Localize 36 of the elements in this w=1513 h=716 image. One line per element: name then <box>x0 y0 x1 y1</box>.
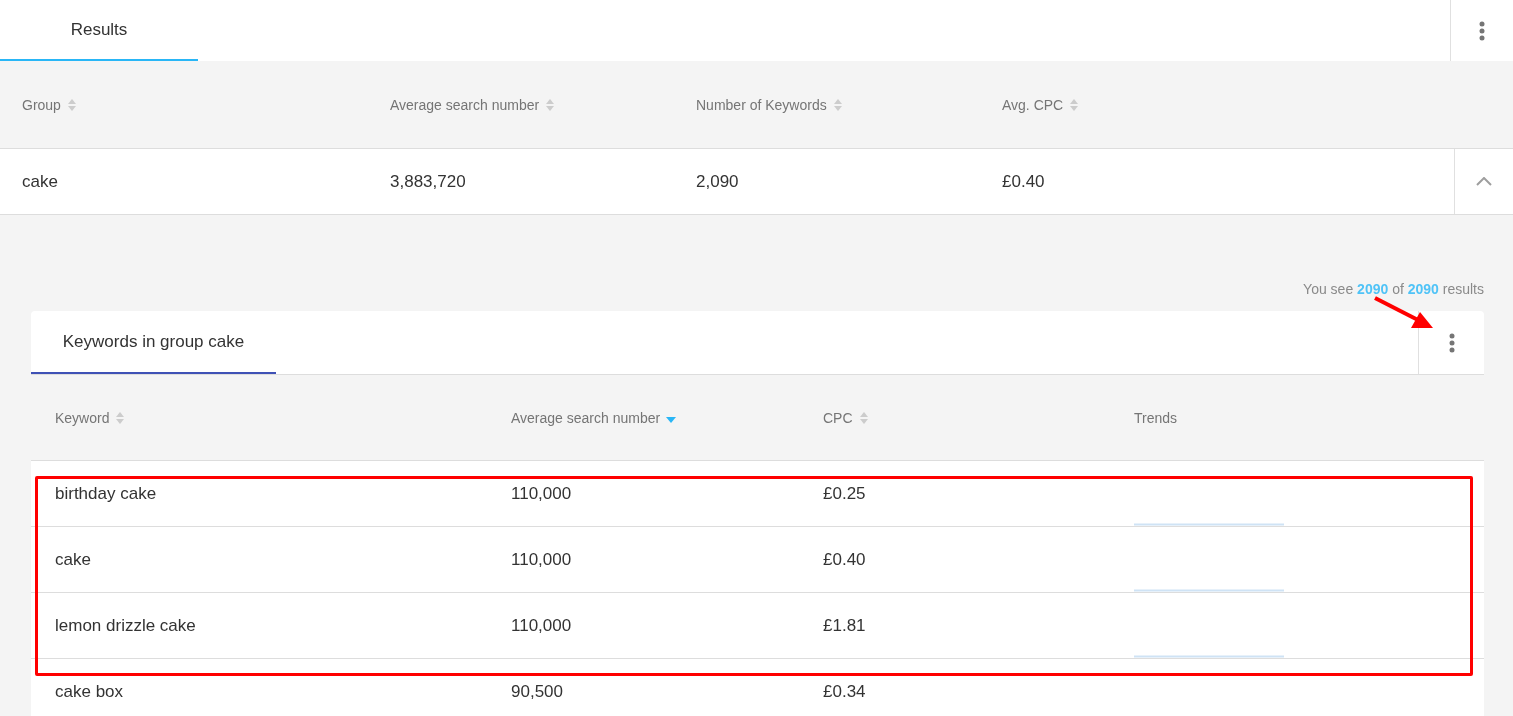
column-header: Keyword <box>55 409 110 426</box>
column-header: Average search number <box>511 409 661 426</box>
more-options-icon <box>1479 20 1485 41</box>
table-cell-text: £0.40 <box>1002 171 1046 192</box>
column-header: Avg. CPC <box>1002 96 1064 113</box>
table-cell-text: £0.34 <box>823 681 867 702</box>
results-count-text: You see 2090 of 2090 results <box>1303 281 1484 297</box>
more-options-button[interactable] <box>1448 332 1455 353</box>
table-cell-text: 110,000 <box>511 549 573 570</box>
table-cell-text: cake box <box>55 681 125 702</box>
table-cell-text: birthday cake <box>55 483 158 504</box>
more-options-button[interactable] <box>1479 20 1485 41</box>
column-header: Group <box>22 96 61 113</box>
chevron-up-icon[interactable] <box>1476 177 1492 186</box>
table-cell-text: 2,090 <box>696 171 740 192</box>
sort-icon[interactable] <box>1069 98 1080 111</box>
table-cell-text: 110,000 <box>511 615 573 636</box>
table-cell-text: 90,500 <box>511 681 564 702</box>
table-cell-text: £1.81 <box>823 615 867 636</box>
table-cell-text: £0.40 <box>823 549 867 570</box>
column-header: Average search number <box>390 96 540 113</box>
column-header: CPC <box>823 409 853 426</box>
table-cell-text: £0.25 <box>823 483 867 504</box>
sort-icon[interactable] <box>832 98 843 111</box>
table-cell-text: lemon drizzle cake <box>55 615 197 636</box>
table-cell-text: cake <box>22 171 59 192</box>
sort-icon[interactable] <box>545 98 556 111</box>
table-cell-text: 3,883,720 <box>390 171 467 192</box>
column-header: Number of Keywords <box>696 96 827 113</box>
table-cell-text: cake <box>55 549 92 570</box>
table-cell-text: 110,000 <box>511 483 573 504</box>
sort-icon[interactable] <box>115 411 126 424</box>
sort-icon[interactable] <box>858 411 869 424</box>
column-header: Trends <box>1134 409 1178 426</box>
sort-icon[interactable] <box>66 98 77 111</box>
more-options-icon <box>1448 332 1455 353</box>
